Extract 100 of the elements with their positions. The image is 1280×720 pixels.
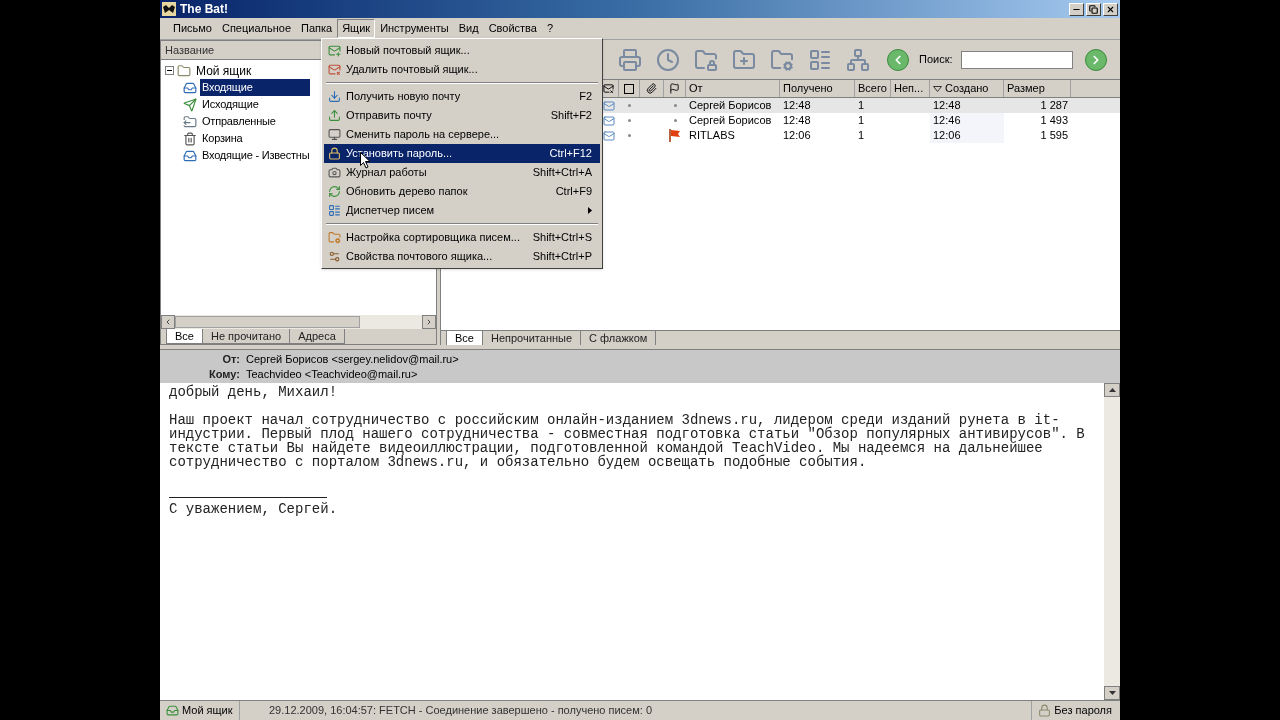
back-icon[interactable] [887,48,909,71]
menu-item[interactable]: Обновить дерево папок Ctrl+F9 [324,182,600,201]
status-account: Мой ящик [182,703,233,719]
envelope-icon [603,99,615,112]
send-icon [183,97,197,112]
table-cell-text: Сергей Борисов [689,113,772,129]
menu-item[interactable]: Свойства почтового ящика... Shift+Ctrl+P [324,247,600,266]
upload-icon [327,109,341,122]
menu-item[interactable]: Ящик [337,19,376,38]
table-cell-text: 1 287 [1040,98,1068,114]
table-cell-text: 12:06 [933,128,961,144]
tab[interactable]: Все [166,329,203,344]
inbox-icon [183,148,197,163]
column-header[interactable]: От [686,80,780,97]
mail-plus-icon [327,44,341,57]
menu-item[interactable]: Настройка сортировщика писем... Shift+Ctrl+S [324,228,600,247]
horizontal-scrollbar[interactable] [161,315,436,329]
tree-toggle-icon[interactable] [165,66,174,75]
menu-item[interactable]: Папка [296,19,338,38]
menu-item[interactable]: Диспетчер писем [324,201,600,220]
bat-logo-icon [162,2,176,16]
tree-item[interactable]: Входящие [200,79,310,96]
signature: С уважением, Сергей. [169,502,339,516]
column-header[interactable]: Неп... [891,80,930,97]
mailbox-icon [166,704,179,717]
paperclip-icon [646,83,657,94]
search-field[interactable] [960,50,1073,69]
tree-item[interactable]: Исходящие [200,96,261,113]
folder-gear-icon [327,231,341,244]
menu-item[interactable]: Свойства [483,19,542,38]
envelope-icon [603,114,615,127]
scroll-right-icon[interactable] [425,318,433,326]
menu-item[interactable]: Письмо [168,19,217,38]
envelope-icon [603,129,615,142]
menu-item[interactable]: Журнал работы Shift+Ctrl+A [324,163,600,182]
trash-icon [183,131,197,146]
table-cell-text: Сергей Борисов [689,98,772,114]
menu-item[interactable]: Установить пароль... Ctrl+F12 [324,144,600,163]
tab[interactable]: Не прочитано [201,329,291,344]
menu-item[interactable]: ? [541,19,559,38]
scroll-left-icon[interactable] [164,318,172,326]
square-icon [624,83,634,94]
menu-item[interactable]: Специальное [216,19,296,38]
table-cell-text: 1 [858,98,865,114]
field-value: Сергей Борисов <sergey.nelidov@mail.ru> [246,351,459,367]
status-message: 29.12.2009, 16:04:57: FETCH - Соединение завершено - получено писем: 0 [269,703,652,719]
minimize-icon[interactable] [1069,2,1084,16]
menu-item[interactable]: Вид [453,19,484,38]
inbox-icon [183,80,197,95]
paragraph: Наш проект начал сотрудничество с российским онлайн-изданием 3dnews.ru, лидером среди изданий рунета в it- индустрии. Первый плод нашего сотрудничества - совместная подготовка статьи "Обзор популярных антивирусов". В тексте статьи Вы найдете видеоиллюстрации, подготовленной командой TeachVideo. Мы надеемся на дальнейшее сотрудничество с порталом 3dnews.ru, и обязательно будем освещать подобные события. [169,413,1086,469]
folder-icon [177,63,191,78]
restore-icon[interactable] [1086,2,1101,16]
scroll-up-icon[interactable] [1108,388,1116,392]
table-cell-text: 1 493 [1040,113,1068,129]
tree-item[interactable]: Отправленные [200,113,278,130]
forward-icon[interactable] [1084,48,1107,71]
menu-item[interactable]: Сменить пароль на сервере... [324,125,600,144]
tree-item[interactable]: Входящие - Известны [200,147,312,164]
flag-icon [669,83,680,94]
camera-icon [327,166,341,179]
column-header[interactable]: Получено [780,80,855,97]
sort-icon [933,85,942,92]
paragraph: добрый день, Михаил! [169,385,339,399]
table-cell-text: 12:46 [933,113,961,129]
lock-icon [327,147,341,160]
field-label: От: [221,351,240,367]
monitor-icon [327,128,341,141]
tab[interactable]: Адреса [289,329,345,344]
table-cell-text: 1 [858,128,865,144]
list-icon [327,204,341,217]
tree-item[interactable]: Корзина [200,130,245,147]
refresh-icon [327,185,341,198]
column-header[interactable]: Создано [930,80,1004,97]
search-label: Поиск: [919,52,953,68]
tree-item[interactable]: Мой ящик [194,61,254,80]
mail-x-icon [603,83,614,94]
download-icon [327,90,341,103]
folder-output-icon [183,114,197,129]
table-cell-text: 12:48 [783,98,811,114]
status-security: Без пароля [1054,703,1112,719]
flag-icon [669,129,681,142]
close-icon[interactable] [1103,2,1118,16]
table-cell-text: 12:06 [783,128,811,144]
table-cell-text: 12:48 [933,98,961,114]
table-cell-text: RITLABS [689,128,735,144]
window-title: The Bat! [180,1,228,18]
column-header[interactable]: Размер [1004,80,1071,97]
settings-icon [327,250,341,263]
vertical-scrollbar[interactable] [1104,383,1120,700]
column-header[interactable]: Всего [855,80,891,97]
field-label: Кому: [208,366,240,382]
scroll-down-icon[interactable] [1108,691,1116,695]
table-cell-text: 1 595 [1040,128,1068,144]
field-value: Teachvideo <Teachvideo@mail.ru> [246,366,418,382]
menu-item[interactable]: Удалить почтовый ящик... [324,60,600,79]
mail-x-icon [327,63,341,76]
menu-item[interactable]: Инструменты [375,19,454,38]
table-cell-text: 1 [858,113,865,129]
lock-icon [1038,704,1052,717]
table-cell-text: 12:48 [783,113,811,129]
